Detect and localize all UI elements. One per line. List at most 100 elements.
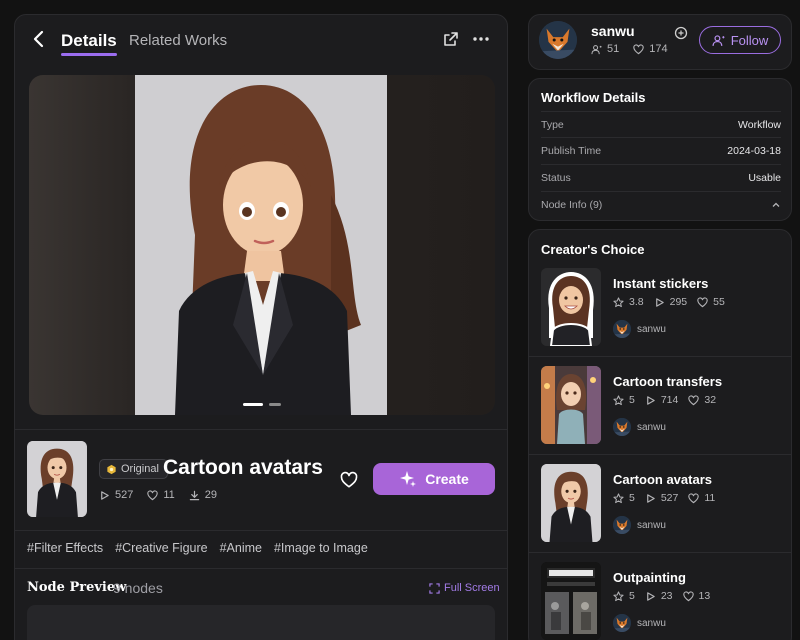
detail-row-publish-time: Publish Time 2024-03-18 [541, 137, 781, 163]
detail-value: 2024-03-18 [727, 144, 781, 157]
top-bar: Details Related Works [15, 15, 507, 67]
list-item[interactable]: Instant stickers 3.8 295 55 sanwu [529, 258, 791, 356]
item-author[interactable]: sanwu [613, 516, 666, 534]
creator-likes-stat: 174 [633, 43, 668, 55]
runs-count: 527 [660, 492, 679, 504]
likes-count: 11 [163, 489, 175, 501]
downloads-stat: 29 [189, 489, 217, 501]
tag-list: #Filter Effects #Creative Figure #Anime … [27, 541, 368, 555]
rating-value: 5 [629, 394, 635, 406]
message-icon[interactable] [673, 25, 689, 41]
followers-count: 51 [607, 43, 620, 55]
detail-key: Status [541, 171, 571, 184]
play-icon [645, 395, 656, 406]
detail-key: Node Info (9) [541, 198, 603, 211]
node-preview-canvas[interactable] [27, 605, 495, 640]
create-label: Create [425, 471, 469, 487]
tag[interactable]: #Anime [220, 541, 262, 555]
runs-count: 714 [660, 394, 679, 406]
likes-count: 13 [698, 590, 711, 602]
play-icon [99, 490, 110, 501]
follow-button[interactable]: Follow [699, 26, 781, 54]
item-thumbnail [541, 366, 601, 444]
item-author[interactable]: sanwu [613, 418, 666, 436]
tab-details[interactable]: Details [61, 31, 117, 51]
heart-icon [633, 44, 644, 55]
item-stats: 5 714 32 [613, 394, 716, 406]
item-thumbnail [541, 268, 601, 346]
item-stats: 5 527 11 [613, 492, 715, 504]
list-item[interactable]: Outpainting 5 23 13 sanwu [529, 552, 791, 640]
tag[interactable]: #Image to Image [274, 541, 368, 555]
runs-stat: 23 [645, 590, 673, 602]
heart-icon [697, 297, 708, 308]
hero-image-carousel[interactable] [29, 75, 495, 415]
creator-name[interactable]: sanwu [591, 23, 635, 39]
item-name: Cartoon transfers [613, 374, 723, 389]
item-author[interactable]: sanwu [613, 614, 666, 632]
fullscreen-button[interactable]: Full Screen [429, 582, 500, 594]
chevron-up-icon[interactable] [771, 200, 781, 210]
original-badge-icon [106, 464, 117, 475]
star-icon [613, 297, 624, 308]
rating-stat: 5 [613, 590, 635, 602]
runs-stat: 527 [645, 492, 679, 504]
share-icon[interactable] [443, 31, 459, 47]
tag[interactable]: #Creative Figure [115, 541, 207, 555]
workflow-details-title: Workflow Details [541, 90, 646, 105]
avatar [613, 320, 631, 338]
likes-count: 55 [713, 296, 725, 308]
avatar[interactable] [539, 21, 577, 59]
detail-value: Workflow [738, 118, 781, 131]
heart-icon [688, 395, 699, 406]
download-icon [189, 490, 200, 500]
back-arrow-icon[interactable] [29, 29, 49, 49]
like-heart-icon[interactable] [339, 471, 359, 489]
fullscreen-icon [429, 582, 440, 594]
likes-count: 11 [704, 492, 716, 504]
rating-stat: 3.8 [613, 296, 644, 308]
detail-value: Usable [748, 171, 781, 184]
likes-stat: 55 [697, 296, 725, 308]
item-author[interactable]: sanwu [613, 320, 666, 338]
likes-stat: 13 [683, 590, 711, 602]
runs-stat: 295 [654, 296, 688, 308]
star-icon [613, 591, 624, 602]
list-item[interactable]: Cartoon avatars 5 527 11 sanwu [529, 454, 791, 552]
carousel-dot[interactable] [269, 403, 281, 406]
creators-choice-title: Creator's Choice [541, 242, 645, 257]
detail-row-status: Status Usable [541, 164, 781, 190]
heart-icon [683, 591, 694, 602]
divider [15, 568, 507, 569]
avatar [613, 614, 631, 632]
divider [15, 429, 507, 430]
play-icon [645, 493, 656, 504]
divider [529, 552, 791, 553]
carousel-indicator[interactable] [243, 403, 303, 407]
user-icon [591, 44, 602, 55]
item-thumbnail [541, 562, 601, 640]
avatar [613, 516, 631, 534]
creator-profile-card: sanwu 51 174 Follow [528, 14, 792, 70]
tag[interactable]: #Filter Effects [27, 541, 103, 555]
author-name: sanwu [637, 617, 666, 629]
list-item[interactable]: Cartoon transfers 5 714 32 sanwu [529, 356, 791, 454]
rating-stat: 5 [613, 394, 635, 406]
creators-choice-card: Creator's Choice Instant stickers 3.8 29… [528, 229, 792, 640]
item-name: Cartoon avatars [613, 472, 712, 487]
rating-value: 5 [629, 492, 635, 504]
badge-label: Original [121, 463, 159, 475]
creator-stats: 51 174 [591, 43, 668, 55]
more-icon[interactable] [471, 30, 491, 48]
runs-count: 295 [669, 296, 688, 308]
play-icon [645, 591, 656, 602]
main-panel: Details Related Works Original Cartoon a… [14, 14, 508, 640]
detail-key: Publish Time [541, 144, 602, 157]
tab-related-works[interactable]: Related Works [129, 32, 227, 49]
workflow-details-card: Workflow Details Type Workflow Publish T… [528, 78, 792, 221]
detail-row-node-info[interactable]: Node Info (9) [541, 191, 781, 217]
carousel-dot-active[interactable] [243, 403, 263, 406]
create-button[interactable]: Create [373, 463, 495, 495]
runs-count: 527 [115, 489, 134, 501]
author-name: sanwu [637, 519, 666, 531]
